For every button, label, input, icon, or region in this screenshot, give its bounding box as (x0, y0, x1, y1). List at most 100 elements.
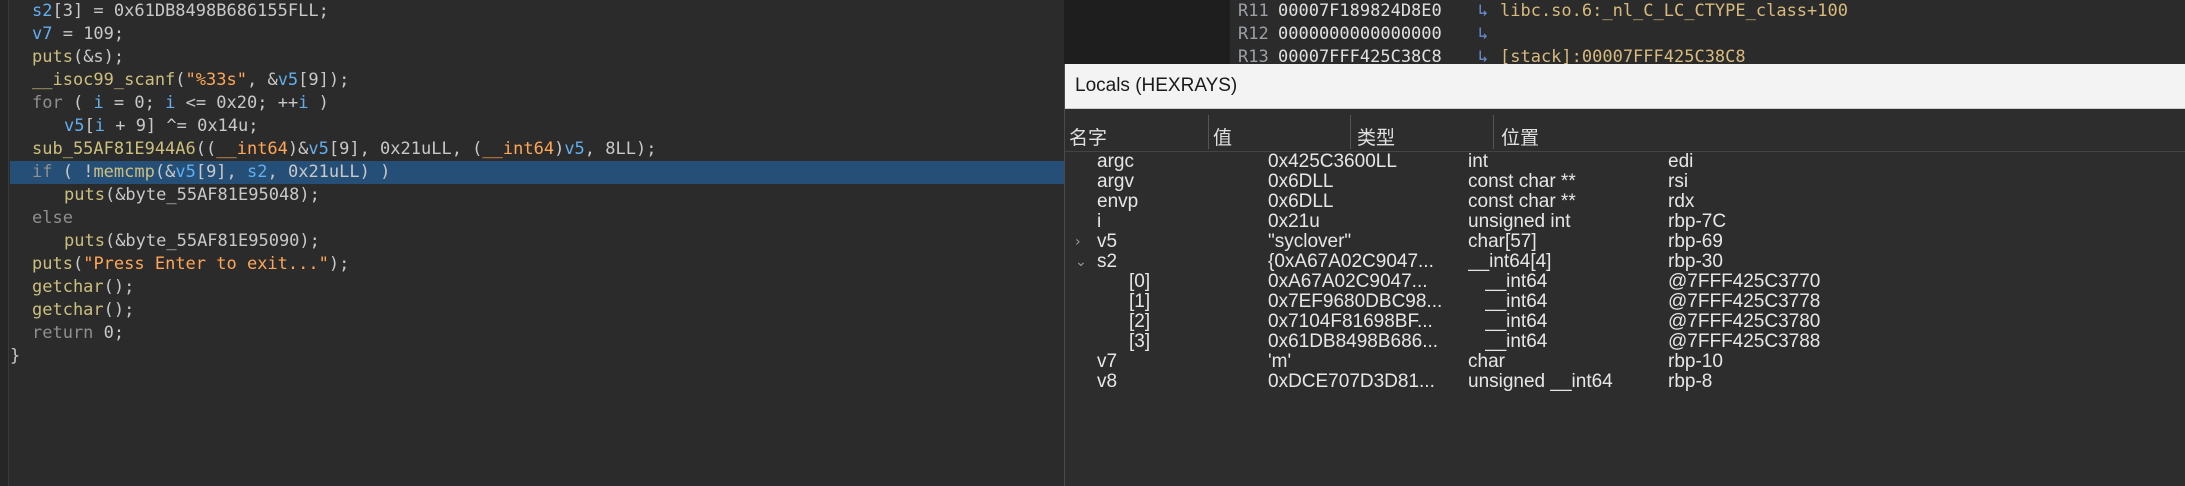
code-line[interactable]: sub_55AF81E944A6((__int64)&v5[9], 0x21uL… (10, 138, 1064, 161)
code-token: i (298, 93, 309, 113)
local-type: const char ** (1468, 172, 1576, 192)
code-token: return (32, 323, 94, 343)
column-divider[interactable] (1493, 115, 1494, 149)
register-name: R11 (1238, 1, 1269, 21)
local-value: 0x6DLL (1268, 192, 1334, 212)
code-token: puts (64, 231, 105, 251)
local-value: 'm' (1268, 352, 1292, 372)
local-type: __int64 (1485, 312, 1548, 332)
code-line[interactable]: return 0; (10, 322, 1064, 345)
local-type: char[57] (1468, 232, 1537, 252)
code-token: [9]); (298, 70, 350, 90)
column-divider[interactable] (1350, 115, 1351, 149)
code-token: sub_55AF81E944A6 (32, 139, 196, 159)
locals-row[interactable]: envp 0x6DLL const char ** rdx (1065, 192, 2185, 212)
local-value: 0x425C3600LL (1268, 152, 1397, 172)
code-token: else (32, 208, 73, 228)
locals-row[interactable]: i 0x21u unsigned int rbp-7C (1065, 212, 2185, 232)
code-line[interactable]: } (10, 345, 1064, 368)
local-location: rbp-7C (1668, 212, 1727, 232)
register-symbol: libc.so.6:_nl_C_LC_CTYPE_class+100 (1500, 1, 1848, 21)
code-token: memcmp (93, 162, 155, 182)
code-token: , 0x21uLL) ) (267, 162, 391, 182)
collapse-chevron-icon[interactable]: ⌄ (1075, 252, 1091, 272)
pointer-arrow-icon: ↳ (1478, 24, 1489, 44)
locals-table-header: 名字 值 类型 位置 (1065, 109, 2185, 152)
column-header-value[interactable]: 值 (1213, 123, 1232, 150)
locals-row[interactable]: [1] 0x7EF9680DBC98... __int64 @7FFF425C3778 (1065, 292, 2185, 312)
locals-window[interactable]: Locals (HEXRAYS) 名字 值 类型 位置 argc 0x425C36… (1064, 64, 2185, 486)
code-token: s2 (247, 162, 268, 182)
register-value[interactable]: 0000000000000000 (1278, 23, 1478, 46)
code-token: v5 (175, 162, 196, 182)
locals-row[interactable]: [0] 0xA67A02C9047... __int64 @7FFF425C3770 (1065, 272, 2185, 292)
local-location: edi (1668, 152, 1694, 172)
code-token: ( (72, 254, 84, 274)
code-token: getchar (32, 300, 104, 320)
local-type: __int64 (1485, 292, 1548, 312)
local-value: 0x6DLL (1268, 172, 1334, 192)
code-token: <= 0x20; ++ (175, 93, 299, 113)
code-line[interactable]: puts("Press Enter to exit..."); (10, 253, 1064, 276)
code-line[interactable]: puts(&s); (10, 46, 1064, 69)
code-line[interactable]: if ( !memcmp(&v5[9], s2, 0x21uLL) ) (10, 161, 1064, 184)
local-location: rbp-8 (1668, 372, 1713, 392)
code-token: , & (246, 70, 278, 90)
code-line[interactable]: getchar(); (10, 276, 1064, 299)
code-token: 0; (93, 323, 125, 343)
locals-row[interactable]: [3] 0x61DB8498B686... __int64 @7FFF425C3788 (1065, 332, 2185, 352)
column-header-location[interactable]: 位置 (1501, 123, 1539, 150)
column-header-name[interactable]: 名字 (1069, 123, 1107, 150)
code-token: v5 (564, 139, 585, 159)
code-token: ); (328, 254, 350, 274)
locals-row[interactable]: argc 0x425C3600LL int edi (1065, 152, 2185, 172)
local-location: @7FFF425C3780 (1668, 312, 1821, 332)
column-divider[interactable] (1208, 115, 1209, 149)
code-token: "%33s" (185, 70, 247, 90)
locals-row[interactable]: › v5 "syclover" char[57] rbp-69 (1065, 232, 2185, 252)
expand-chevron-icon[interactable]: › (1075, 232, 1091, 252)
code-token: if (32, 162, 53, 182)
local-location: @7FFF425C3778 (1668, 292, 1821, 312)
code-line[interactable]: getchar(); (10, 299, 1064, 322)
locals-window-title[interactable]: Locals (HEXRAYS) (1065, 64, 2185, 109)
registers-view[interactable]: R11 00007F189824D8E0 ↳ libc.so.6:_nl_C_LC_C… (1230, 0, 2185, 67)
code-token: (( (195, 139, 217, 159)
code-token: (); (103, 300, 135, 320)
locals-row[interactable]: v8 0xDCE707D3D81... unsigned __int64 rbp-8 (1065, 372, 2185, 392)
code-token: s2 (32, 1, 53, 21)
local-location: rdx (1668, 192, 1695, 212)
pseudocode-lines[interactable]: s2[3] = 0x61DB8498B686155FLL; v7 = 109; pu… (10, 0, 1064, 368)
code-token: [3] = 0x61DB8498B686155FLL; (52, 1, 329, 21)
code-line[interactable]: for ( i = 0; i <= 0x20; ++i ) (10, 92, 1064, 115)
local-value: 0x7104F81698BF... (1268, 312, 1433, 332)
local-type: int (1468, 152, 1489, 172)
locals-row[interactable]: ⌄ s2 {0xA67A02C9047... __int64[4] rbp-30 (1065, 252, 2185, 272)
register-value[interactable]: 00007F189824D8E0 (1278, 0, 1478, 23)
locals-row[interactable]: argv 0x6DLL const char ** rsi (1065, 172, 2185, 192)
local-type: unsigned __int64 (1468, 372, 1613, 392)
code-line[interactable]: puts(&byte_55AF81E95090); (10, 230, 1064, 253)
code-line[interactable]: s2[3] = 0x61DB8498B686155FLL; (10, 0, 1064, 23)
local-location: @7FFF425C3788 (1668, 332, 1821, 352)
code-token: , 8LL); (584, 139, 657, 159)
local-location: rbp-69 (1668, 232, 1723, 252)
locals-row[interactable]: v7'm' char rbp-10 (1065, 352, 2185, 372)
column-header-type[interactable]: 类型 (1357, 123, 1395, 150)
code-line[interactable]: __isoc99_scanf("%33s", &v5[9]); (10, 69, 1064, 92)
code-line[interactable]: puts(&byte_55AF81E95048); (10, 184, 1064, 207)
local-location: @7FFF425C3770 (1668, 272, 1821, 292)
code-token: ) (308, 93, 329, 113)
code-line[interactable]: v5[i + 9] ^= 0x14u; (10, 115, 1064, 138)
code-token: (&byte_55AF81E95090); (104, 231, 320, 251)
code-token: ( ! (52, 162, 94, 182)
locals-row[interactable]: [2] 0x7104F81698BF... __int64 @7FFF425C3780 (1065, 312, 2185, 332)
code-token: "Press Enter to exit..." (83, 254, 329, 274)
code-token: ( (175, 70, 186, 90)
pseudocode-view[interactable]: s2[3] = 0x61DB8498B686155FLL; v7 = 109; pu… (0, 0, 1064, 486)
register-row[interactable]: R12 0000000000000000 ↳ (1230, 23, 2185, 46)
register-row[interactable]: R11 00007F189824D8E0 ↳ libc.so.6:_nl_C_LC_C… (1230, 0, 2185, 23)
code-token: (&s); (72, 47, 125, 67)
code-line[interactable]: else (10, 207, 1064, 230)
code-line[interactable]: v7 = 109; (10, 23, 1064, 46)
